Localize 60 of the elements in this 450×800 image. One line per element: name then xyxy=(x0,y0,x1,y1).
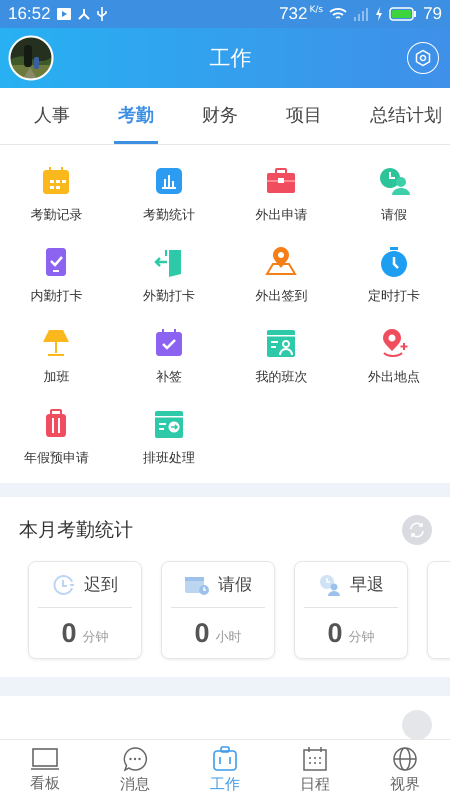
stat-value: 0 xyxy=(61,618,77,648)
feature-button[interactable]: 年假预申请 xyxy=(0,400,112,473)
tab[interactable]: 项目 xyxy=(282,88,326,144)
feature-button[interactable]: 外出申请 xyxy=(225,157,338,230)
feature-button[interactable]: 加班 xyxy=(0,319,112,392)
nav-tab[interactable]: 看板 xyxy=(0,740,90,800)
stat-unit: 分钟 xyxy=(82,629,109,646)
feature-button[interactable]: 我的班次 xyxy=(225,319,338,392)
stat-label: 迟到 xyxy=(84,574,118,596)
refresh-icon xyxy=(408,521,426,539)
calendar-icon xyxy=(302,746,328,772)
stat-card[interactable]: 早退 0 分钟 xyxy=(294,561,408,659)
stat-label: 早退 xyxy=(350,574,384,596)
nav-tab[interactable]: 日程 xyxy=(270,740,360,800)
clock-person-icon xyxy=(318,572,342,596)
feature-button[interactable]: 请假 xyxy=(338,157,450,230)
battery-level: 79 xyxy=(423,4,442,24)
feature-button[interactable]: 外出地点 xyxy=(338,319,450,392)
globe-icon xyxy=(392,746,418,772)
map-pin-icon xyxy=(265,246,298,278)
network-speed: 732 xyxy=(279,4,308,24)
clock-icon xyxy=(52,572,76,596)
play-icon xyxy=(56,8,71,20)
feature-button[interactable]: 考勤统计 xyxy=(112,157,225,230)
feature-button[interactable]: 外出签到 xyxy=(225,238,338,311)
section-title: 本月考勤统计 xyxy=(19,518,133,543)
tab[interactable]: 总结计划 xyxy=(366,88,446,144)
page-title: 工作 xyxy=(210,45,252,72)
feature-button[interactable]: 内勤打卡 xyxy=(0,238,112,311)
stat-value: 0 xyxy=(194,618,210,648)
feature-button[interactable]: 外勤打卡 xyxy=(112,238,225,311)
stat-unit: 小时 xyxy=(216,629,242,646)
settings-icon xyxy=(414,49,432,67)
status-time: 16:52 xyxy=(8,4,51,24)
speed-unit: K/s xyxy=(309,5,324,15)
stat-card[interactable]: 迟到 0 分钟 xyxy=(28,561,142,659)
calendar-person-icon xyxy=(265,327,298,359)
feature-button[interactable]: 排班处理 xyxy=(112,400,225,473)
tab[interactable]: 人事 xyxy=(30,88,74,144)
feature-button[interactable]: 定时打卡 xyxy=(338,238,450,311)
stat-unit: 分钟 xyxy=(348,629,375,646)
stat-value: 0 xyxy=(327,618,343,648)
clock-person-icon xyxy=(378,165,410,197)
share-icon xyxy=(76,7,91,21)
settings-button[interactable] xyxy=(407,42,439,74)
wifi-icon xyxy=(329,7,348,21)
nav-tab[interactable]: 消息 xyxy=(90,740,180,800)
stat-card[interactable]: 请假 0 小时 xyxy=(161,561,275,659)
battery-icon xyxy=(389,7,418,21)
nav-tab[interactable]: 视界 xyxy=(360,740,450,800)
feature-button[interactable]: 考勤记录 xyxy=(0,157,112,230)
feature-button[interactable]: 补签 xyxy=(112,319,225,392)
usb-icon xyxy=(96,6,107,22)
briefcase-icon xyxy=(212,746,238,772)
stat-label: 请假 xyxy=(218,574,252,596)
signal-icon xyxy=(353,7,370,21)
charging-icon xyxy=(375,7,384,21)
laptop-icon xyxy=(31,747,59,771)
tab[interactable]: 财务 xyxy=(198,88,242,144)
chat-icon xyxy=(122,746,148,772)
